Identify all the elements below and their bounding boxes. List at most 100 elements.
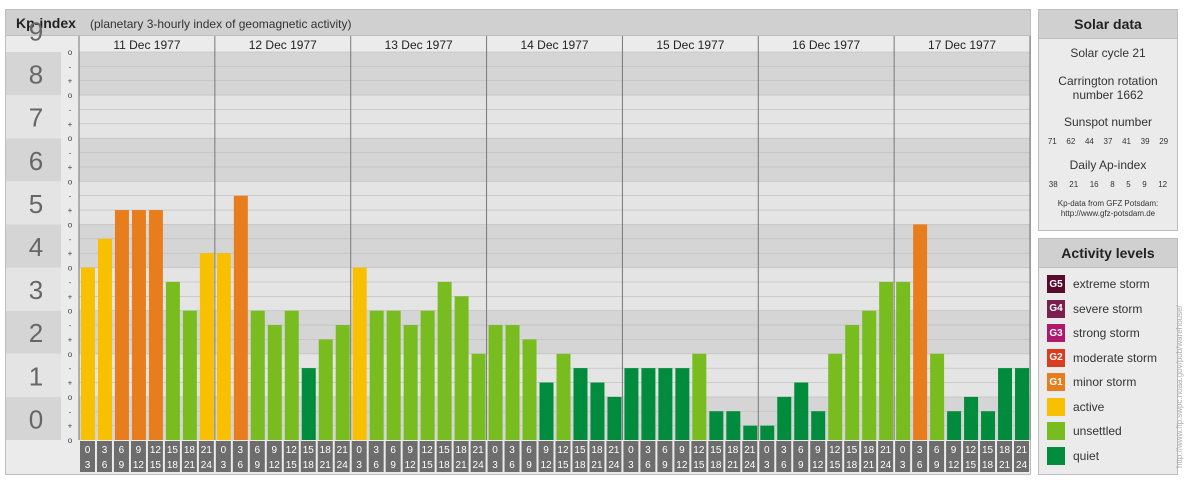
- interval-start: 9: [136, 445, 142, 456]
- solar-data-panel: Solar data Solar cycle 21 Carrington rot…: [1038, 9, 1178, 231]
- kp-bar: [845, 325, 860, 440]
- interval-end: 21: [184, 460, 196, 471]
- interval-start: 0: [85, 445, 91, 456]
- data-credit: Kp-data from GFZ Potsdam: http://www.gfz…: [1039, 199, 1177, 219]
- minor-tick-label: -: [69, 105, 72, 114]
- interval-start: 12: [150, 445, 162, 456]
- kp-bar: [930, 353, 945, 440]
- interval-start: 18: [727, 445, 739, 456]
- interval-start: 15: [439, 445, 451, 456]
- activity-level-item: G3 strong storm: [1047, 324, 1140, 342]
- interval-end: 12: [405, 460, 417, 471]
- minor-tick-label: +: [68, 292, 73, 301]
- interval-end: 9: [390, 460, 396, 471]
- kp-bar: [131, 210, 146, 440]
- kp-bar: [896, 281, 911, 440]
- kp-bar: [233, 195, 248, 440]
- activity-level-swatch: [1047, 422, 1065, 440]
- interval-start: 6: [390, 445, 396, 456]
- interval-end: 9: [798, 460, 804, 471]
- interval-end: 18: [982, 460, 994, 471]
- kp-bar: [590, 382, 605, 440]
- kp-bar: [471, 353, 486, 440]
- activity-levels-title: Activity levels: [1039, 239, 1177, 268]
- minor-tick-label: -: [69, 364, 72, 373]
- minor-tick-label: +: [68, 206, 73, 215]
- minor-tick-label: o: [68, 264, 73, 273]
- minor-tick-label: +: [68, 120, 73, 129]
- day-label: 16 Dec 1977: [792, 38, 860, 52]
- ap-value: 38: [1048, 180, 1058, 189]
- interval-end: 18: [846, 460, 858, 471]
- interval-end: 15: [557, 460, 569, 471]
- ap-value: 16: [1089, 180, 1099, 189]
- kp-bar: [998, 368, 1013, 440]
- interval-end: 3: [900, 460, 906, 471]
- ap-value: 12: [1158, 180, 1168, 189]
- kp-band: [79, 95, 1030, 139]
- y-tick-label: 9: [29, 16, 43, 46]
- interval-start: 3: [373, 445, 379, 456]
- minor-tick-label: +: [68, 335, 73, 344]
- interval-end: 21: [320, 460, 332, 471]
- sunspot-label: Sunspot number: [1063, 115, 1153, 129]
- minor-tick-label: +: [68, 77, 73, 86]
- day-label: 15 Dec 1977: [656, 38, 724, 52]
- minor-tick-label: o: [68, 220, 73, 229]
- credit-link[interactable]: http://www.gfz-potsdam.de: [1039, 209, 1177, 219]
- interval-start: 12: [557, 445, 569, 456]
- kp-bar: [607, 396, 622, 440]
- kp-band: [79, 181, 1030, 225]
- minor-tick-label: o: [68, 307, 73, 316]
- interval-start: 9: [543, 445, 549, 456]
- interval-start: 0: [900, 445, 906, 456]
- kp-bar: [352, 267, 367, 440]
- kp-bar: [437, 281, 452, 440]
- interval-start: 6: [798, 445, 804, 456]
- interval-end: 18: [439, 460, 451, 471]
- activity-level-item: active: [1047, 397, 1105, 416]
- kp-bar: [624, 368, 639, 440]
- interval-end: 6: [102, 460, 108, 471]
- kp-chart-panel: Kp-index (planetary 3-hourly index of ge…: [5, 9, 1031, 475]
- interval-end: 24: [473, 460, 485, 471]
- kp-bar: [573, 368, 588, 440]
- kp-bar: [641, 368, 656, 440]
- interval-end: 3: [85, 460, 91, 471]
- interval-start: 12: [965, 445, 977, 456]
- interval-start: 0: [628, 445, 634, 456]
- kp-bar: [743, 425, 758, 440]
- solar-data-title: Solar data: [1039, 10, 1177, 39]
- activity-level-label: severe storm: [1073, 301, 1143, 316]
- interval-end: 6: [781, 460, 787, 471]
- minor-tick-label: -: [69, 149, 72, 158]
- activity-level-label: active: [1073, 399, 1105, 414]
- y-tick-label: 4: [29, 232, 43, 262]
- activity-level-item: G2 moderate storm: [1047, 348, 1157, 367]
- ap-value: 8: [1110, 180, 1115, 189]
- interval-start: 18: [591, 445, 603, 456]
- activity-level-swatch: G2: [1047, 348, 1065, 367]
- interval-start: 21: [473, 445, 485, 456]
- kp-bar: [862, 310, 877, 440]
- y-tick-label: 3: [29, 275, 43, 305]
- interval-start: 9: [679, 445, 685, 456]
- kp-bar: [386, 310, 401, 440]
- kp-bar: [675, 368, 690, 440]
- kp-bar: [1015, 368, 1029, 440]
- interval-end: 12: [269, 460, 281, 471]
- minor-tick-label: o: [68, 91, 73, 100]
- interval-start: 0: [356, 445, 362, 456]
- interval-start: 15: [982, 445, 994, 456]
- interval-start: 21: [337, 445, 349, 456]
- day-label: 17 Dec 1977: [928, 38, 996, 52]
- interval-start: 3: [238, 445, 244, 456]
- interval-start: 6: [119, 445, 125, 456]
- y-tick-label: 5: [29, 189, 43, 219]
- interval-end: 15: [150, 460, 162, 471]
- side-credit: http://www.ftp.swpc.noaa.gov/pub/warehou…: [1175, 304, 1184, 468]
- kp-bar: [114, 210, 129, 440]
- interval-end: 24: [744, 460, 756, 471]
- interval-end: 15: [829, 460, 841, 471]
- interval-end: 15: [693, 460, 705, 471]
